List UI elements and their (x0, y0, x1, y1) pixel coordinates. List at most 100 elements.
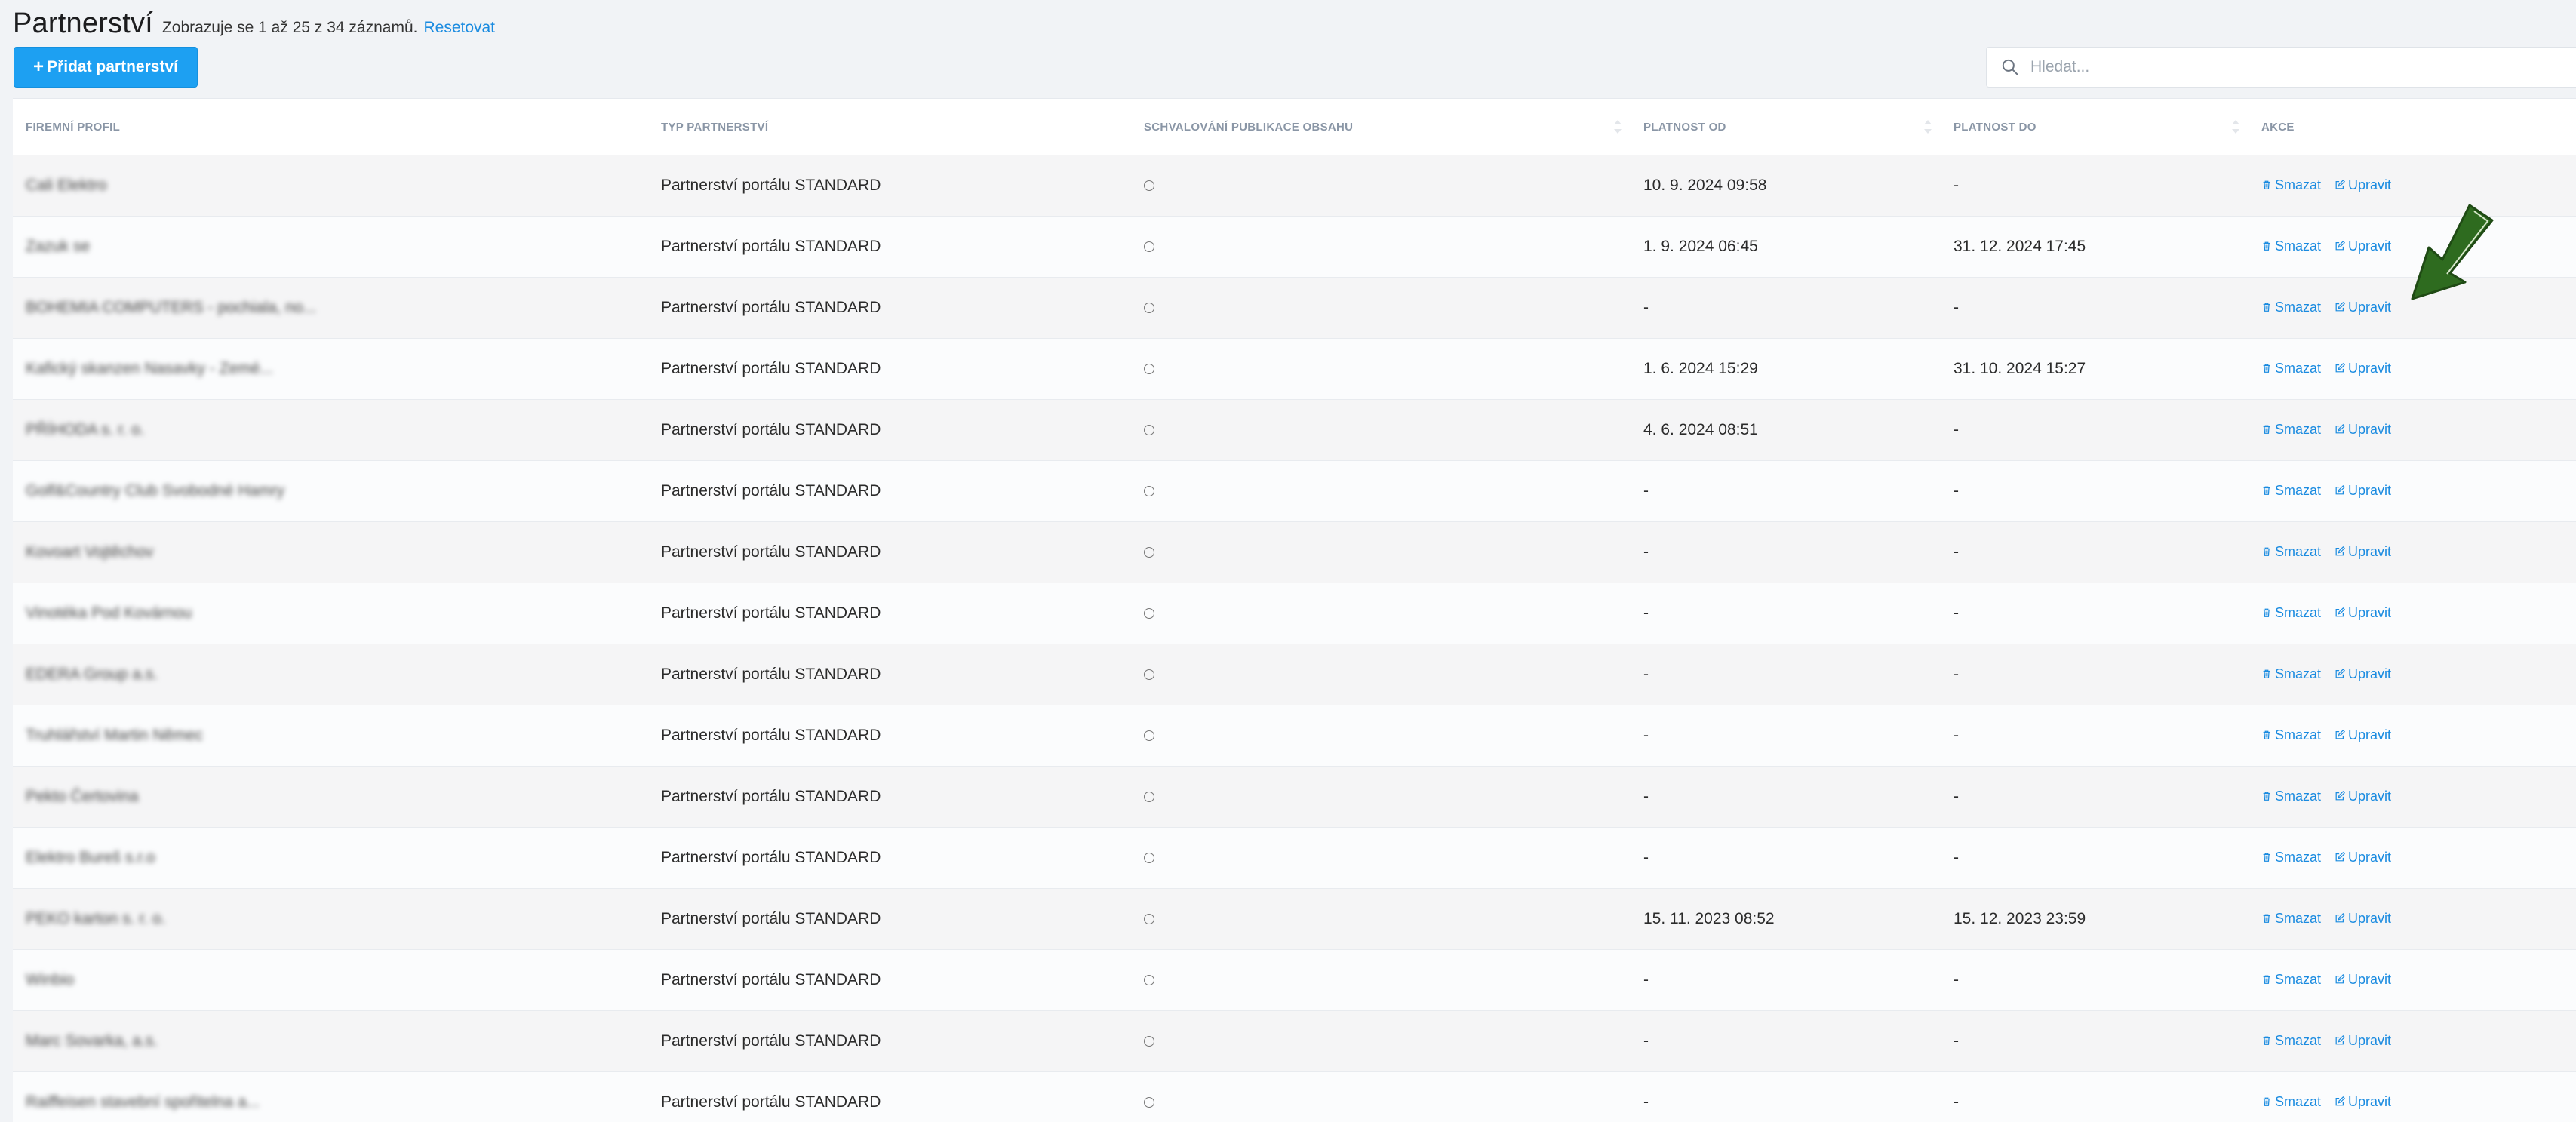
delete-link[interactable]: Smazat (2261, 972, 2321, 988)
sort-icon[interactable] (2232, 120, 2239, 134)
edit-link[interactable]: Upravit (2335, 1094, 2391, 1110)
delete-link[interactable]: Smazat (2261, 911, 2321, 927)
column-header-approval[interactable]: SCHVALOVÁNÍ PUBLIKACE OBSAHU (1131, 99, 1631, 155)
trash-icon (2261, 730, 2272, 740)
valid-from-cell: 1. 9. 2024 06:45 (1631, 217, 1941, 278)
status-circle-icon (1144, 669, 1154, 680)
trash-icon (2261, 363, 2272, 373)
company-profile-cell[interactable]: PŘÍHODA s. r. o. (13, 400, 648, 461)
plus-icon: + (33, 58, 44, 76)
edit-icon (2335, 302, 2345, 312)
company-profile-cell[interactable]: Truhlářství Martin Němec (13, 705, 648, 767)
company-profile-cell[interactable]: BOHEMIA COMPUTERS - pochiala, no... (13, 278, 648, 339)
edit-link[interactable]: Upravit (2335, 727, 2391, 743)
delete-link[interactable]: Smazat (2261, 361, 2321, 377)
table-row: Kafický skanzen Nasavky - Zemé...Partner… (13, 339, 2576, 400)
approval-cell (1131, 217, 1631, 278)
trash-icon (2261, 607, 2272, 618)
edit-link[interactable]: Upravit (2335, 483, 2391, 499)
edit-link[interactable]: Upravit (2335, 911, 2391, 927)
page-header: Partnerství Zobrazuje se 1 až 25 z 34 zá… (13, 8, 495, 40)
edit-link[interactable]: Upravit (2335, 177, 2391, 193)
company-profile-cell[interactable]: EDERA Group a.s. (13, 644, 648, 705)
valid-from-cell: 10. 9. 2024 09:58 (1631, 155, 1941, 217)
delete-link[interactable]: Smazat (2261, 238, 2321, 254)
column-header-type[interactable]: TYP PARTNERSTVÍ (648, 99, 1131, 155)
approval-cell (1131, 889, 1631, 950)
company-profile-cell[interactable]: Pekto Čertovina (13, 767, 648, 828)
status-circle-icon (1144, 364, 1154, 374)
delete-link[interactable]: Smazat (2261, 300, 2321, 315)
approval-cell (1131, 461, 1631, 522)
sort-icon[interactable] (1924, 120, 1932, 134)
actions-cell: Smazat Upravit (2249, 889, 2576, 950)
delete-link[interactable]: Smazat (2261, 727, 2321, 743)
company-profile-cell[interactable]: PEKO karton s. r. o. (13, 889, 648, 950)
column-header-actions: AKCE (2249, 99, 2576, 155)
status-circle-icon (1144, 853, 1154, 863)
valid-from-cell: - (1631, 1011, 1941, 1072)
company-profile-cell[interactable]: Vinotéka Pod Kovárnou (13, 583, 648, 644)
trash-icon (2261, 1035, 2272, 1046)
edit-icon (2335, 791, 2345, 801)
partnership-type-cell: Partnerství portálu STANDARD (648, 767, 1131, 828)
trash-icon (2261, 669, 2272, 679)
edit-icon (2335, 852, 2345, 862)
valid-from-cell: - (1631, 644, 1941, 705)
edit-link[interactable]: Upravit (2335, 361, 2391, 377)
column-header-valid-from[interactable]: PLATNOST OD (1631, 99, 1941, 155)
add-partnership-button[interactable]: + Přidat partnerství (14, 47, 198, 88)
edit-link[interactable]: Upravit (2335, 544, 2391, 560)
edit-link[interactable]: Upravit (2335, 238, 2391, 254)
delete-link[interactable]: Smazat (2261, 850, 2321, 865)
delete-link[interactable]: Smazat (2261, 1033, 2321, 1049)
column-header-profile[interactable]: FIREMNÍ PROFIL (13, 99, 648, 155)
trash-icon (2261, 302, 2272, 312)
actions-cell: Smazat Upravit (2249, 522, 2576, 583)
company-profile-cell[interactable]: Raiffeisen stavební spořitelna a... (13, 1072, 648, 1122)
company-profile-cell[interactable]: Golf&Country Club Svobodné Hamry (13, 461, 648, 522)
table-row: EDERA Group a.s.Partnerství portálu STAN… (13, 644, 2576, 705)
edit-icon (2335, 913, 2345, 924)
edit-link[interactable]: Upravit (2335, 605, 2391, 621)
delete-link[interactable]: Smazat (2261, 666, 2321, 682)
edit-link[interactable]: Upravit (2335, 1033, 2391, 1049)
approval-cell (1131, 1072, 1631, 1122)
table-row: Raiffeisen stavební spořitelna a...Partn… (13, 1072, 2576, 1122)
delete-link[interactable]: Smazat (2261, 544, 2321, 560)
sort-icon[interactable] (1614, 120, 1622, 134)
table-row: Marc Sovarka, a.s.Partnerství portálu ST… (13, 1011, 2576, 1072)
column-header-valid-to[interactable]: PLATNOST DO (1941, 99, 2249, 155)
delete-link[interactable]: Smazat (2261, 422, 2321, 438)
delete-link[interactable]: Smazat (2261, 788, 2321, 804)
approval-cell (1131, 155, 1631, 217)
valid-from-cell: - (1631, 461, 1941, 522)
company-profile-cell[interactable]: Zazuk se (13, 217, 648, 278)
reset-link[interactable]: Resetovat (423, 19, 495, 37)
company-profile-cell[interactable]: Kovoart Vojtěchov (13, 522, 648, 583)
company-profile-cell[interactable]: Winbio (13, 950, 648, 1011)
company-profile-cell[interactable]: Kafický skanzen Nasavky - Zemé... (13, 339, 648, 400)
edit-link[interactable]: Upravit (2335, 972, 2391, 988)
page-title: Partnerství (13, 8, 153, 40)
edit-link[interactable]: Upravit (2335, 788, 2391, 804)
delete-link[interactable]: Smazat (2261, 605, 2321, 621)
delete-link[interactable]: Smazat (2261, 177, 2321, 193)
delete-link[interactable]: Smazat (2261, 483, 2321, 499)
company-profile-cell[interactable]: Marc Sovarka, a.s. (13, 1011, 648, 1072)
search-input[interactable] (2029, 57, 2576, 77)
edit-link[interactable]: Upravit (2335, 850, 2391, 865)
trash-icon (2261, 913, 2272, 924)
valid-to-cell: - (1941, 1072, 2249, 1122)
delete-link[interactable]: Smazat (2261, 1094, 2321, 1110)
edit-link[interactable]: Upravit (2335, 666, 2391, 682)
valid-from-cell: 1. 6. 2024 15:29 (1631, 339, 1941, 400)
record-count: Zobrazuje se 1 až 25 z 34 záznamů. (162, 19, 418, 37)
edit-link[interactable]: Upravit (2335, 422, 2391, 438)
company-profile-cell[interactable]: Cali Elektro (13, 155, 648, 217)
edit-link[interactable]: Upravit (2335, 300, 2391, 315)
partnership-type-cell: Partnerství portálu STANDARD (648, 705, 1131, 767)
valid-to-cell: - (1941, 155, 2249, 217)
valid-to-cell: 15. 12. 2023 23:59 (1941, 889, 2249, 950)
company-profile-cell[interactable]: Elektro Bureš s.r.o (13, 828, 648, 889)
